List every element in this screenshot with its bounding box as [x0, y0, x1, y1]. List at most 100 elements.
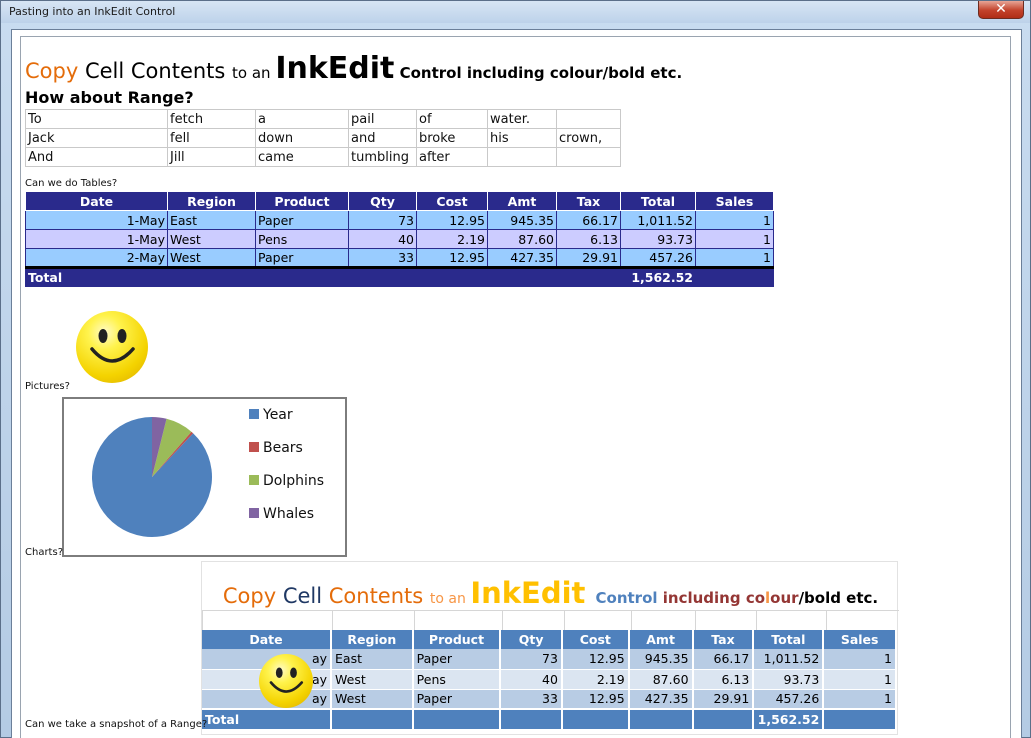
snapshot-table-cell: 87.60	[628, 669, 694, 690]
legend-swatch	[249, 475, 259, 485]
table-row: 2-May West Paper 33 12.95 427.35 29.91 457.26 1	[25, 248, 774, 268]
heading-to-an: to an	[232, 64, 276, 82]
table-cell: 87.60	[487, 229, 557, 249]
column-header: Sales	[695, 191, 774, 211]
snapshot-table-cell: 33	[500, 689, 563, 710]
snapshot-total-cell	[331, 708, 414, 730]
legend-label: Whales	[263, 506, 315, 522]
words-cell: after	[416, 147, 488, 167]
column-header: Date	[25, 191, 168, 211]
snapshot-column-header: Product	[412, 630, 502, 649]
total-cell	[348, 266, 417, 287]
smiley-picture	[76, 311, 148, 383]
column-header: Cost	[416, 191, 488, 211]
words-cell: Jill	[167, 147, 256, 167]
snapshot-table-cell: 12.95	[561, 649, 630, 670]
snapshot-table-cell: East	[331, 649, 414, 670]
words-cell: broke	[416, 128, 488, 148]
window-title: Pasting into an InkEdit Control	[9, 5, 176, 18]
snapshot-table-cell: 66.17	[692, 649, 755, 670]
legend-item: Dolphins	[249, 473, 324, 489]
total-cell	[487, 266, 557, 287]
snap-heading-co: co	[745, 589, 766, 607]
table-cell: Paper	[255, 248, 349, 268]
words-cell	[556, 109, 621, 129]
legend-label: Year	[263, 407, 293, 423]
table-cell: East	[167, 210, 256, 230]
data-table: Date Region Product Qty Cost Amt Tax Total Sales…	[25, 191, 774, 287]
total-cell	[416, 266, 488, 287]
snapshot-column-header: Tax	[692, 630, 755, 649]
smiley-face-icon	[269, 667, 304, 693]
snapshot-total-cell	[823, 708, 897, 730]
table-cell: 93.73	[620, 229, 696, 249]
pictures-label: Pictures?	[25, 381, 70, 392]
words-cell	[556, 147, 621, 167]
table-cell: Paper	[255, 210, 349, 230]
words-cell: of	[416, 109, 488, 129]
total-cell: 1,562.52	[620, 266, 696, 287]
snapshot-column-header: Amt	[628, 630, 694, 649]
close-button[interactable]: ✕	[978, 1, 1024, 19]
column-header: Region	[167, 191, 256, 211]
snapshot-total-cell	[412, 708, 502, 730]
tables-label: Can we do Tables?	[25, 178, 118, 189]
snapshot-table-cell: 1	[823, 669, 897, 690]
snapshot-total-cell: Total	[202, 708, 333, 730]
table-cell: 945.35	[487, 210, 557, 230]
inkedit-control[interactable]: Copy Cell Contents to an InkEdit Control…	[11, 29, 1022, 738]
table-cell: 1	[695, 229, 774, 249]
column-header: Tax	[556, 191, 621, 211]
words-grid: To fetch a pail of water. Jack fell down and broke…	[25, 109, 621, 167]
table-cell: 1-May	[25, 210, 168, 230]
legend-item: Whales	[249, 506, 314, 522]
snapshot-table-cell: 1,011.52	[753, 649, 825, 670]
legend-label: Bears	[263, 440, 303, 456]
snapshot-total-cell	[692, 708, 755, 730]
words-cell: fetch	[167, 109, 256, 129]
snapshot-table-cell: 2.19	[561, 669, 630, 690]
snap-heading-inkedit: InkEdit	[470, 576, 596, 610]
total-row: Total 1,562.52	[25, 266, 774, 287]
words-cell: And	[25, 147, 168, 167]
table-cell: 457.26	[620, 248, 696, 268]
legend-swatch	[249, 508, 259, 518]
words-cell	[487, 147, 557, 167]
table-cell: 40	[348, 229, 417, 249]
snap-heading-to-an: to an	[429, 591, 471, 607]
snapshot-table-cell: 945.35	[628, 649, 694, 670]
table-cell: 29.91	[556, 248, 621, 268]
table-cell: 73	[348, 210, 417, 230]
snapshot-column-header: Region	[331, 630, 414, 649]
total-cell	[695, 266, 774, 287]
snapshot-column-header: Qty	[500, 630, 563, 649]
words-cell: pail	[348, 109, 417, 129]
title-bar[interactable]: Pasting into an InkEdit Control ✕	[1, 1, 1030, 23]
snapshot-table-cell: Paper	[412, 689, 502, 710]
table-cell: 1-May	[25, 229, 168, 249]
words-cell: down	[255, 128, 349, 148]
heading-cell-contents: Cell Contents	[78, 59, 233, 83]
snapshot-smiley	[259, 654, 313, 708]
words-row: And Jill came tumbling after	[25, 147, 621, 167]
range-subheading: How about Range?	[25, 88, 194, 107]
page-heading: Copy Cell Contents to an InkEdit Control…	[25, 51, 682, 86]
table-cell: 6.13	[556, 229, 621, 249]
document-area[interactable]: Copy Cell Contents to an InkEdit Control…	[20, 36, 1011, 738]
column-header: Total	[620, 191, 696, 211]
snapshot-table-cell: Pens	[412, 669, 502, 690]
words-cell: his	[487, 128, 557, 148]
range-snapshot-picture: Copy Cell Contents to an InkEdit Control…	[201, 561, 899, 735]
snapshot-empty-row	[202, 610, 899, 630]
heading-copy: Copy	[25, 59, 79, 83]
total-cell	[167, 266, 256, 287]
snapshot-table-cell: 427.35	[628, 689, 694, 710]
column-header: Product	[255, 191, 349, 211]
snapshot-table-cell: 40	[500, 669, 563, 690]
snapshot-table-cell: West	[331, 689, 414, 710]
words-cell: water.	[487, 109, 557, 129]
snapshot-column-header: Total	[753, 630, 825, 649]
snap-heading-cell: Cell	[282, 584, 329, 608]
snapshot-column-header: Sales	[823, 630, 897, 649]
total-cell	[556, 266, 621, 287]
